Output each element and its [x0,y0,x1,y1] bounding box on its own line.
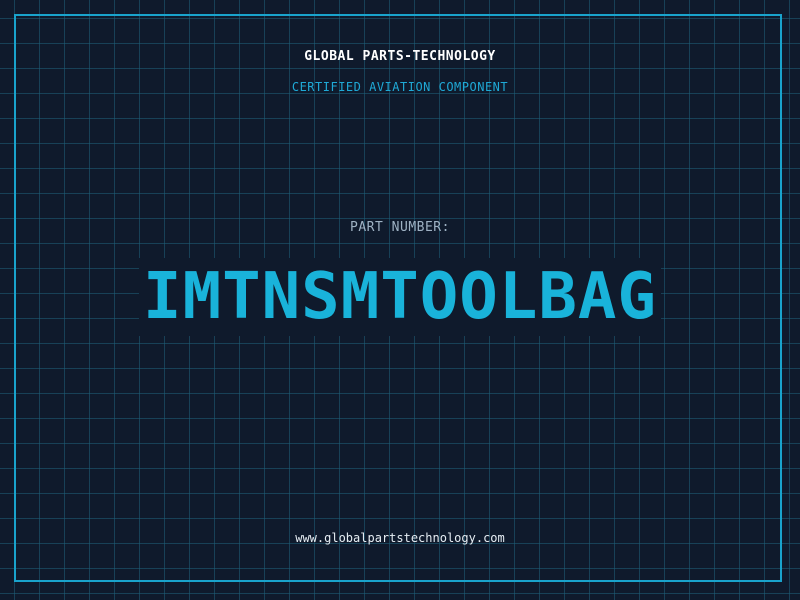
part-number-value: IMTNSMTOOLBAG [139,258,661,336]
certification-subtitle: CERTIFIED AVIATION COMPONENT [291,80,509,94]
website-url: www.globalpartstechnology.com [295,531,505,545]
part-number-label: PART NUMBER: [350,220,450,235]
part-card: GLOBAL PARTS-TECHNOLOGY CERTIFIED AVIATI… [0,0,800,600]
part-number-container: IMTNSMTOOLBAG [0,258,800,336]
company-name: GLOBAL PARTS-TECHNOLOGY [304,49,496,64]
